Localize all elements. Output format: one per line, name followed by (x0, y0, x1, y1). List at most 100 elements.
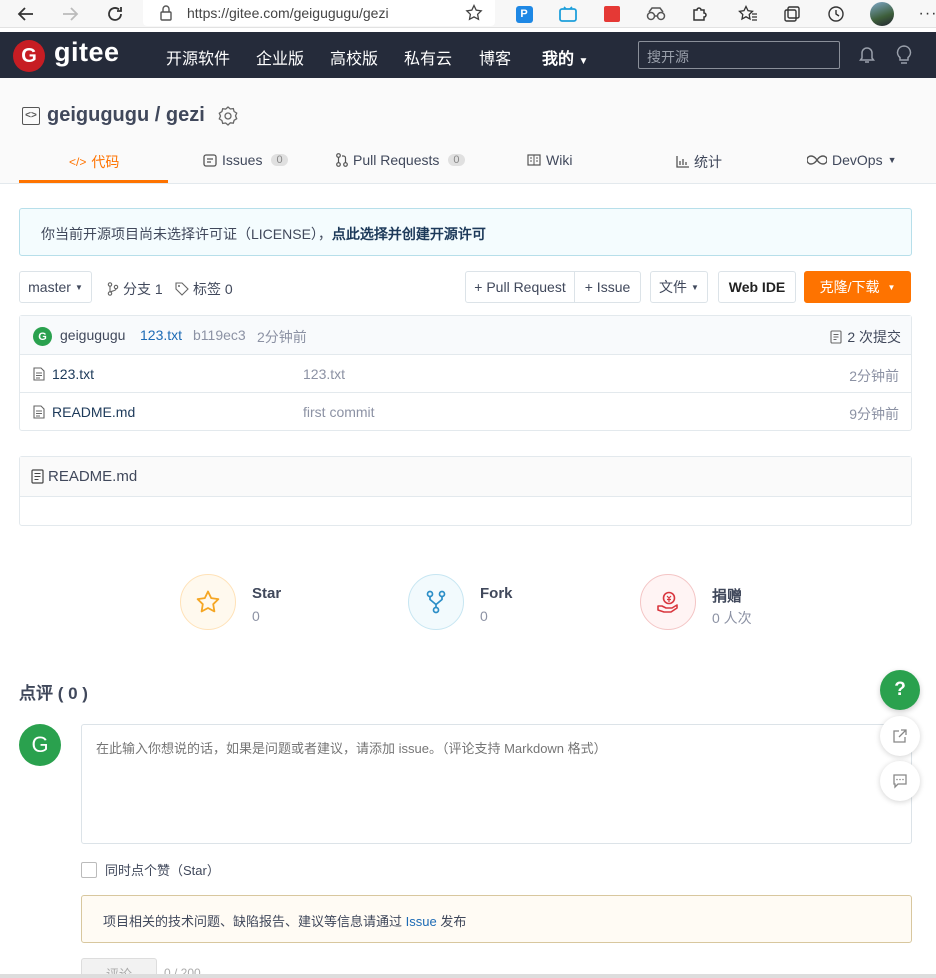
tab-issues[interactable]: Issues 0 (203, 152, 288, 168)
project-header: <> geigugugu / gezi </> 代码 Issues 0 Pull… (0, 78, 936, 184)
file-commit-message[interactable]: first commit (303, 404, 375, 420)
star-count[interactable]: 0 (252, 608, 260, 624)
history-icon[interactable] (824, 2, 848, 26)
caret-down-icon: ▼ (887, 282, 896, 292)
project-name-link[interactable]: geigugugu / gezi (47, 104, 205, 127)
file-commit-message[interactable]: 123.txt (303, 366, 345, 382)
extension-red-icon[interactable] (600, 2, 624, 26)
file-list: G geigugugu 123.txt b119ec3 2分钟前 2 次提交 1… (19, 315, 912, 431)
tab-code[interactable]: </> 代码 (69, 152, 119, 172)
readme-file-icon (31, 469, 44, 484)
branch-select[interactable]: master ▼ (19, 271, 92, 303)
lock-icon (159, 5, 173, 21)
readme-header: README.md (20, 457, 911, 497)
commit-hash[interactable]: b119ec3 (193, 327, 246, 343)
branch-icon (107, 282, 119, 296)
user-avatar[interactable]: G (19, 724, 61, 766)
new-pull-request-button[interactable]: + Pull Request (465, 271, 575, 303)
extension-bilibili-icon[interactable] (556, 2, 580, 26)
tab-devops[interactable]: DevOps ▼ (807, 152, 897, 168)
clone-download-button[interactable]: 克隆/下载 ▼ (804, 271, 911, 303)
commit-message[interactable]: 123.txt (140, 327, 182, 343)
nav-open-source[interactable]: 开源软件 (166, 45, 230, 69)
project-title: <> geigugugu / gezi (22, 104, 238, 127)
fork-button[interactable] (408, 574, 464, 630)
nav-enterprise[interactable]: 企业版 (256, 45, 304, 69)
commit-author[interactable]: geigugugu (60, 327, 125, 343)
author-avatar[interactable]: G (33, 327, 52, 346)
file-name[interactable]: README.md (52, 404, 135, 420)
repo-code-icon: <> (22, 106, 40, 125)
caret-down-icon: ▼ (887, 155, 897, 165)
commit-time: 2分钟前 (257, 329, 307, 345)
new-issue-button[interactable]: + Issue (575, 271, 641, 303)
collections-icon[interactable] (780, 2, 804, 26)
file-row[interactable]: README.md first commit 9分钟前 (20, 393, 911, 431)
file-time: 2分钟前 (849, 368, 899, 384)
branches-link[interactable]: 分支 1 (107, 279, 163, 299)
donate-button[interactable] (640, 574, 696, 630)
active-tab-indicator (19, 180, 168, 183)
favorite-add-icon[interactable] (465, 4, 483, 22)
commits-list-icon (830, 330, 842, 344)
badge-icon[interactable] (218, 105, 238, 126)
file-name[interactable]: 123.txt (52, 366, 94, 382)
feedback-edit-button[interactable] (880, 716, 920, 756)
gitee-logo-icon[interactable]: G (13, 40, 45, 72)
star-icon (195, 589, 221, 615)
web-ide-button[interactable]: Web IDE (718, 271, 796, 303)
star-checkbox[interactable] (81, 861, 97, 878)
tab-pull-requests[interactable]: Pull Requests 0 (336, 152, 465, 168)
tab-wiki[interactable]: Wiki (527, 152, 572, 168)
code-icon: </> (69, 155, 87, 169)
star-button[interactable] (180, 574, 236, 630)
donate-hand-icon (655, 589, 681, 615)
issue-tip: 项目相关的技术问题、缺陷报告、建议等信息请通过 Issue 发布 (81, 895, 912, 943)
file-icon (33, 405, 45, 419)
nav-mine[interactable]: 我的 ▼ (542, 45, 588, 69)
more-menu-icon[interactable]: ··· (916, 2, 936, 26)
tab-stats[interactable]: 统计 (676, 152, 722, 172)
bell-icon[interactable] (857, 44, 877, 64)
reload-icon[interactable] (103, 2, 127, 26)
profile-avatar[interactable] (870, 2, 894, 26)
nav-blog[interactable]: 博客 (479, 45, 511, 69)
nav-private-cloud[interactable]: 私有云 (404, 45, 452, 69)
latest-commit-row: G geigugugu 123.txt b119ec3 2分钟前 2 次提交 (20, 316, 911, 355)
caret-down-icon: ▼ (578, 56, 589, 67)
extension-glasses-icon[interactable] (644, 2, 668, 26)
issues-count-badge: 0 (271, 154, 288, 166)
bar-chart-icon (676, 156, 689, 168)
gitee-logo-text[interactable]: gitee (54, 37, 120, 68)
lightbulb-icon[interactable] (894, 44, 914, 66)
issues-icon (203, 153, 217, 167)
star-checkbox-row[interactable]: 同时点个赞（Star） (81, 860, 220, 879)
wiki-book-icon (527, 154, 541, 166)
forward-arrow-icon[interactable] (58, 2, 82, 26)
chat-button[interactable] (880, 761, 920, 801)
file-time: 9分钟前 (849, 406, 899, 422)
create-license-link[interactable]: 点此选择并创建开源许可 (332, 226, 486, 242)
horizontal-scrollbar[interactable] (0, 974, 936, 978)
comments-heading: 点评 ( 0 ) (19, 684, 88, 703)
favorites-icon[interactable] (736, 2, 760, 26)
tags-link[interactable]: 标签 0 (175, 279, 233, 299)
license-notice: 你当前开源项目尚未选择许可证（LICENSE），点此选择并创建开源许可 (19, 208, 912, 256)
comment-textarea[interactable] (81, 724, 912, 844)
nav-education[interactable]: 高校版 (330, 45, 378, 69)
fork-icon (426, 590, 446, 614)
file-row[interactable]: 123.txt 123.txt 2分钟前 (20, 355, 911, 393)
search-input[interactable]: 搜开源 (638, 41, 840, 69)
extensions-puzzle-icon[interactable] (688, 2, 712, 26)
address-bar[interactable]: https://gitee.com/geigugugu/gezi (143, 0, 495, 26)
issue-link[interactable]: Issue (406, 914, 437, 929)
file-menu-button[interactable]: 文件 ▼ (650, 271, 708, 303)
file-icon (33, 367, 45, 381)
help-button[interactable]: ? (880, 670, 920, 710)
back-arrow-icon[interactable] (14, 2, 38, 26)
fork-count[interactable]: 0 (480, 608, 488, 624)
donate-count[interactable]: 0 人次 (712, 608, 752, 628)
commit-count-link[interactable]: 2 次提交 (830, 327, 901, 347)
extension-p-icon[interactable]: P (512, 2, 536, 26)
star-checkbox-label: 同时点个赞（Star） (105, 863, 220, 878)
